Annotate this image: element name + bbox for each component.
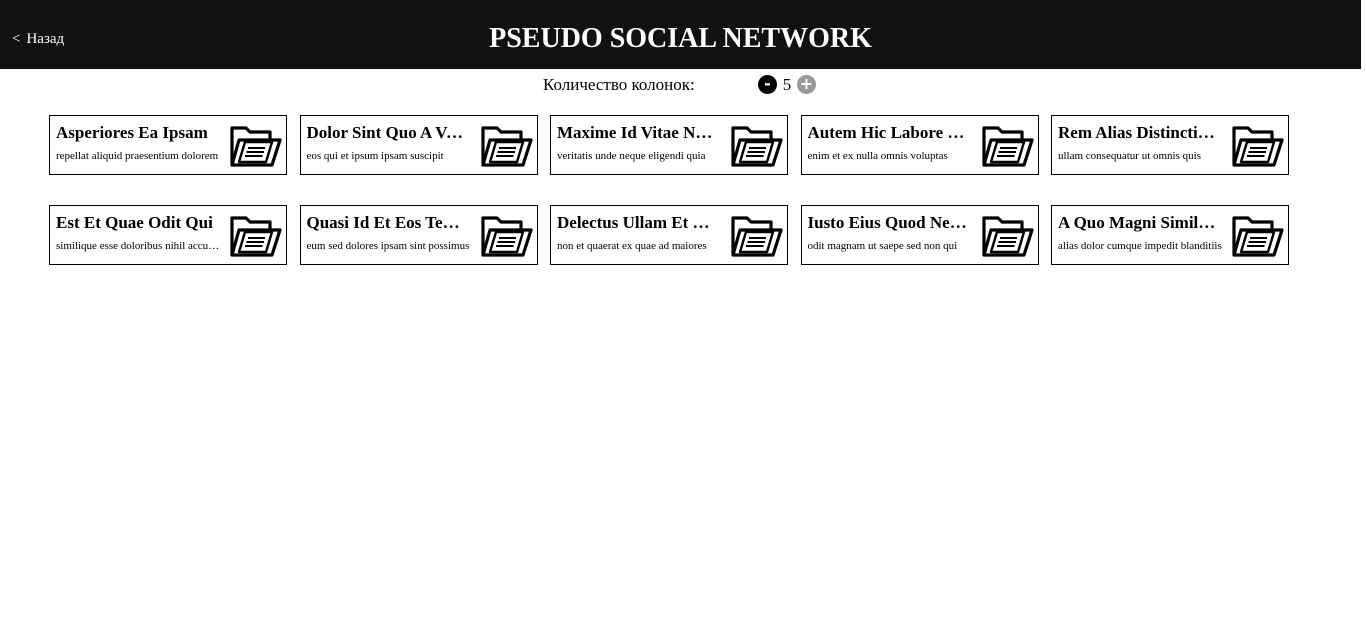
- album-description: odit magnam ut saepe sed non qui: [807, 240, 958, 252]
- album-title: Asperiores Ea Ipsam: [56, 123, 208, 142]
- folder-icon: [229, 122, 283, 168]
- folder-icon: [480, 212, 534, 258]
- album-title: Delectus Ullam Et Corporis: [557, 213, 717, 232]
- album-card[interactable]: Asperiores Ea Ipsam repellat aliquid prae…: [49, 115, 287, 175]
- album-description: eum sed dolores ipsam sint possimus: [306, 240, 470, 252]
- album-card[interactable]: Quasi Id Et Eos Tenetur eum sed dolores i…: [299, 205, 538, 265]
- album-description: similique esse doloribus nihil accusamus: [56, 240, 222, 252]
- page-edge: [1361, 0, 1366, 620]
- album-description: alias dolor cumque impedit blanditiis: [1058, 240, 1222, 252]
- folder-icon: [1231, 122, 1285, 168]
- album-title: A Quo Magni Similique: [1058, 213, 1218, 232]
- album-card[interactable]: Dolor Sint Quo A Velit eos qui et ipsum i…: [299, 115, 538, 175]
- folder-icon: [480, 122, 534, 168]
- folder-icon: [981, 122, 1035, 168]
- album-description: non et quaerat ex quae ad maiores: [557, 240, 707, 252]
- columns-value: 5: [782, 75, 792, 94]
- album-title: Autem Hic Labore Sunt: [807, 123, 968, 142]
- site-title: PSEUDO SOCIAL NETWORK: [489, 23, 872, 54]
- album-description: enim et ex nulla omnis voluptas: [807, 150, 948, 162]
- increase-columns-button[interactable]: +: [797, 75, 816, 94]
- album-title: Est Et Quae Odit Qui: [56, 213, 213, 232]
- album-card[interactable]: Rem Alias Distinctio Eius ullam consequat…: [1051, 115, 1289, 175]
- album-description: repellat aliquid praesentium dolorem: [56, 150, 219, 162]
- album-description: veritatis unde neque eligendi quia: [557, 150, 706, 162]
- album-card[interactable]: Iusto Eius Quod Necessitatibus odit magna…: [800, 205, 1039, 265]
- columns-label: Количество колонок:: [543, 75, 695, 94]
- album-card[interactable]: A Quo Magni Similique alias dolor cumque …: [1051, 205, 1289, 265]
- folder-icon: [1231, 212, 1285, 258]
- album-card[interactable]: Maxime Id Vitae Nihil veritatis unde nequ…: [550, 115, 788, 175]
- decrease-columns-button[interactable]: -: [758, 75, 777, 94]
- folder-icon: [981, 212, 1035, 258]
- album-description: eos qui et ipsum ipsam suscipit: [306, 150, 444, 162]
- top-header: < Назад PSEUDO SOCIAL NETWORK: [0, 0, 1361, 69]
- album-card[interactable]: Delectus Ullam Et Corporis non et quaerat…: [550, 205, 788, 265]
- folder-icon: [229, 212, 283, 258]
- folder-icon: [730, 122, 784, 168]
- album-card[interactable]: Est Et Quae Odit Qui similique esse dolor…: [49, 205, 287, 265]
- album-description: ullam consequatur ut omnis quis: [1058, 150, 1201, 162]
- folder-icon: [730, 212, 784, 258]
- album-title: Dolor Sint Quo A Velit: [306, 123, 467, 142]
- album-grid: Asperiores Ea Ipsam repellat aliquid prae…: [49, 115, 1289, 265]
- album-title: Maxime Id Vitae Nihil: [557, 123, 717, 142]
- album-title: Iusto Eius Quod Necessitatibus: [807, 213, 968, 232]
- album-card[interactable]: Autem Hic Labore Sunt enim et ex nulla om…: [800, 115, 1039, 175]
- album-title: Rem Alias Distinctio Eius: [1058, 123, 1218, 142]
- columns-control: Количество колонок: - 5 +: [0, 74, 1361, 96]
- album-title: Quasi Id Et Eos Tenetur: [306, 213, 467, 232]
